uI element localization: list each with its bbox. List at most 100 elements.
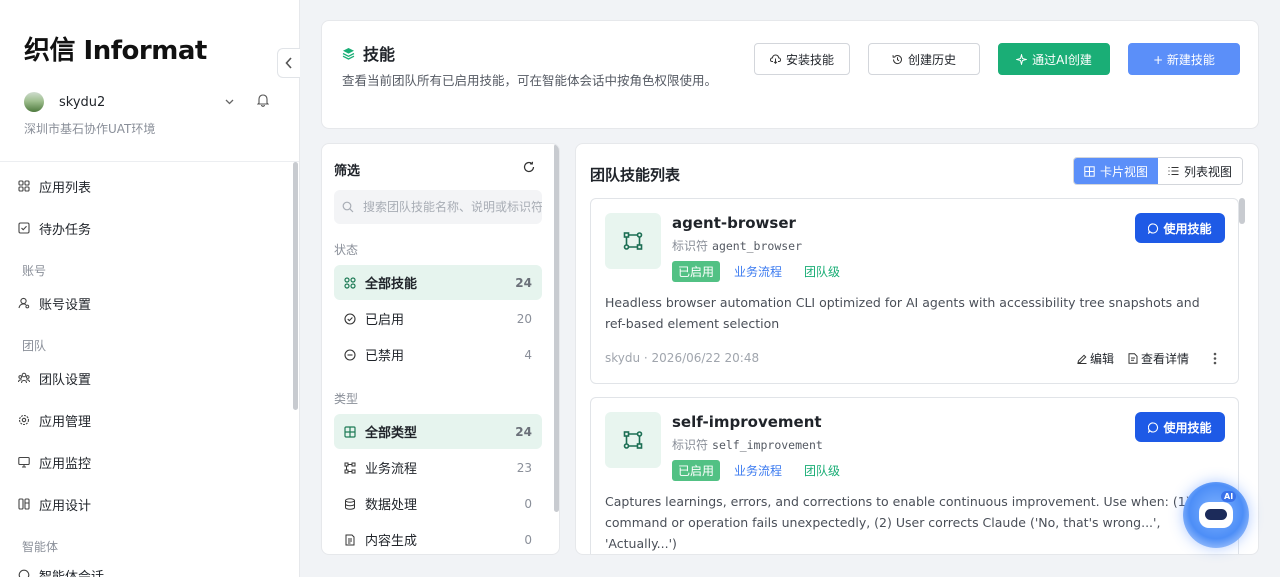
count-badge: 23	[516, 460, 532, 475]
skill-tags: 已启用 业务流程 团队级	[672, 460, 840, 481]
sidebar-item-todo[interactable]: 待办任务	[18, 216, 91, 240]
chat-icon	[1148, 222, 1159, 234]
count-badge: 24	[515, 424, 532, 439]
sidebar-item-label: 账号设置	[39, 297, 92, 313]
skill-tags: 已启用 业务流程 团队级	[672, 261, 840, 282]
nav-group-team: 团队	[22, 339, 47, 353]
skill-icon	[605, 213, 661, 269]
count-badge: 0	[524, 532, 532, 547]
divider	[0, 161, 299, 162]
checkbox-icon	[18, 222, 30, 234]
status-badge: 已启用	[672, 460, 721, 481]
skill-meta: skydu · 2026/06/22 20:48	[605, 351, 760, 365]
filter-status-enabled[interactable]: 已启用 20	[334, 301, 542, 336]
sidebar-item-label: 应用列表	[39, 180, 92, 196]
design-icon	[18, 498, 30, 510]
type-tag: 业务流程	[734, 464, 783, 478]
sparkle-icon	[1016, 53, 1028, 65]
use-skill-button[interactable]: 使用技能	[1135, 213, 1225, 243]
bell-icon[interactable]	[257, 93, 269, 107]
sidebar-item-app-design[interactable]: 应用设计	[18, 492, 91, 516]
page-description: 查看当前团队所有已启用技能，可在智能体会话中按角色权限使用。	[342, 73, 718, 88]
skill-card[interactable]: agent-browser 标识符 agent_browser 已启用 业务流程 …	[590, 198, 1239, 384]
list-title: 团队技能列表	[590, 166, 681, 184]
filter-scrollbar[interactable]	[554, 144, 559, 512]
sidebar-item-label: 应用管理	[39, 414, 92, 430]
sidebar-item-label: 应用监控	[39, 456, 92, 472]
ai-badge: AI	[1221, 491, 1237, 502]
count-badge: 20	[516, 311, 532, 326]
sidebar-item-label: 应用设计	[39, 498, 92, 514]
refresh-icon[interactable]	[523, 161, 535, 173]
filter-title: 筛选	[334, 164, 361, 179]
list-icon	[1168, 167, 1179, 175]
username: skydu2	[59, 94, 106, 110]
install-skill-button[interactable]: 安装技能	[754, 43, 850, 75]
document-icon	[1128, 353, 1138, 364]
filter-type-workflow[interactable]: 业务流程 23	[334, 450, 542, 485]
robot-icon	[1199, 502, 1233, 528]
gear-icon	[18, 414, 30, 426]
nav-group-agent: 智能体	[22, 540, 59, 554]
skill-name: self-improvement	[672, 413, 822, 431]
nav-group-account: 账号	[22, 264, 47, 278]
use-skill-button[interactable]: 使用技能	[1135, 412, 1225, 442]
grid-icon	[1084, 165, 1095, 177]
sidebar-item-app-management[interactable]: 应用管理	[18, 408, 91, 432]
create-history-button[interactable]: 创建历史	[868, 43, 980, 75]
ai-assistant-button[interactable]: AI	[1183, 482, 1249, 548]
list-view-button[interactable]: 列表视图	[1158, 158, 1243, 184]
sidebar-scrollbar[interactable]	[293, 162, 298, 410]
pencil-icon	[1077, 354, 1087, 364]
sidebar-item-label: 团队设置	[39, 372, 92, 388]
chevron-down-icon[interactable]	[225, 99, 234, 105]
new-skill-button[interactable]: + 新建技能	[1128, 43, 1240, 75]
monitor-icon	[18, 456, 30, 468]
count-badge: 0	[524, 496, 532, 511]
skill-name: agent-browser	[672, 214, 796, 232]
sidebar-item-app-monitor[interactable]: 应用监控	[18, 450, 91, 474]
filter-status-all[interactable]: 全部技能 24	[334, 265, 542, 300]
workflow-icon	[344, 462, 356, 473]
count-badge: 24	[515, 275, 532, 290]
skill-search-input[interactable]	[334, 190, 542, 224]
view-detail-button[interactable]: 查看详情	[1128, 350, 1189, 367]
app-logo: 织信 Informat	[24, 36, 207, 66]
list-scrollbar[interactable]	[1239, 198, 1245, 224]
chat-icon	[1148, 421, 1159, 433]
sidebar-item-agent-chat[interactable]: 智能体会话	[18, 563, 104, 577]
page-title: 技能	[342, 41, 395, 65]
sidebar-item-account-settings[interactable]: 账号设置	[18, 291, 91, 315]
user-icon	[18, 297, 30, 309]
sidebar-item-label: 智能体会话	[39, 569, 105, 577]
page-title-text: 技能	[363, 45, 396, 64]
sidebar: 织信 Informat skydu2 深圳市基石协作UAT环境 应用列表 待办任…	[0, 0, 300, 577]
cloud-download-icon	[769, 54, 781, 64]
more-vertical-icon[interactable]	[1213, 352, 1217, 365]
avatar	[24, 92, 44, 112]
filter-status-disabled[interactable]: 已禁用 4	[334, 337, 542, 372]
filter-type-all[interactable]: 全部类型 24	[334, 414, 542, 449]
search-icon	[342, 201, 354, 213]
user-switcher[interactable]: skydu2	[24, 92, 274, 112]
filter-type-content[interactable]: 内容生成 0	[334, 522, 542, 554]
chevron-left-icon	[285, 57, 292, 69]
skill-card[interactable]: self-improvement 标识符 self_improvement 已启用…	[590, 397, 1239, 554]
sidebar-collapse-button[interactable]	[277, 48, 300, 78]
filter-type-data[interactable]: 数据处理 0	[334, 486, 542, 521]
ai-create-button[interactable]: 通过AI创建	[998, 43, 1110, 75]
card-view-button[interactable]: 卡片视图	[1074, 158, 1159, 184]
type-tag: 业务流程	[734, 265, 783, 279]
count-badge: 4	[524, 347, 532, 362]
sidebar-item-team-settings[interactable]: 团队设置	[18, 366, 91, 390]
skill-list-panel: 团队技能列表 卡片视图 列表视图 agent-browser 标识符 agent_…	[575, 143, 1259, 555]
minus-circle-icon	[344, 348, 356, 361]
edit-button[interactable]: 编辑	[1077, 350, 1114, 367]
filter-group-status: 状态	[334, 243, 359, 257]
scope-tag: 团队级	[804, 265, 841, 279]
chat-icon	[18, 569, 30, 577]
sidebar-item-apps[interactable]: 应用列表	[18, 174, 91, 198]
skill-icon	[605, 412, 661, 468]
status-badge: 已启用	[672, 261, 721, 282]
workflow-icon	[623, 232, 643, 250]
